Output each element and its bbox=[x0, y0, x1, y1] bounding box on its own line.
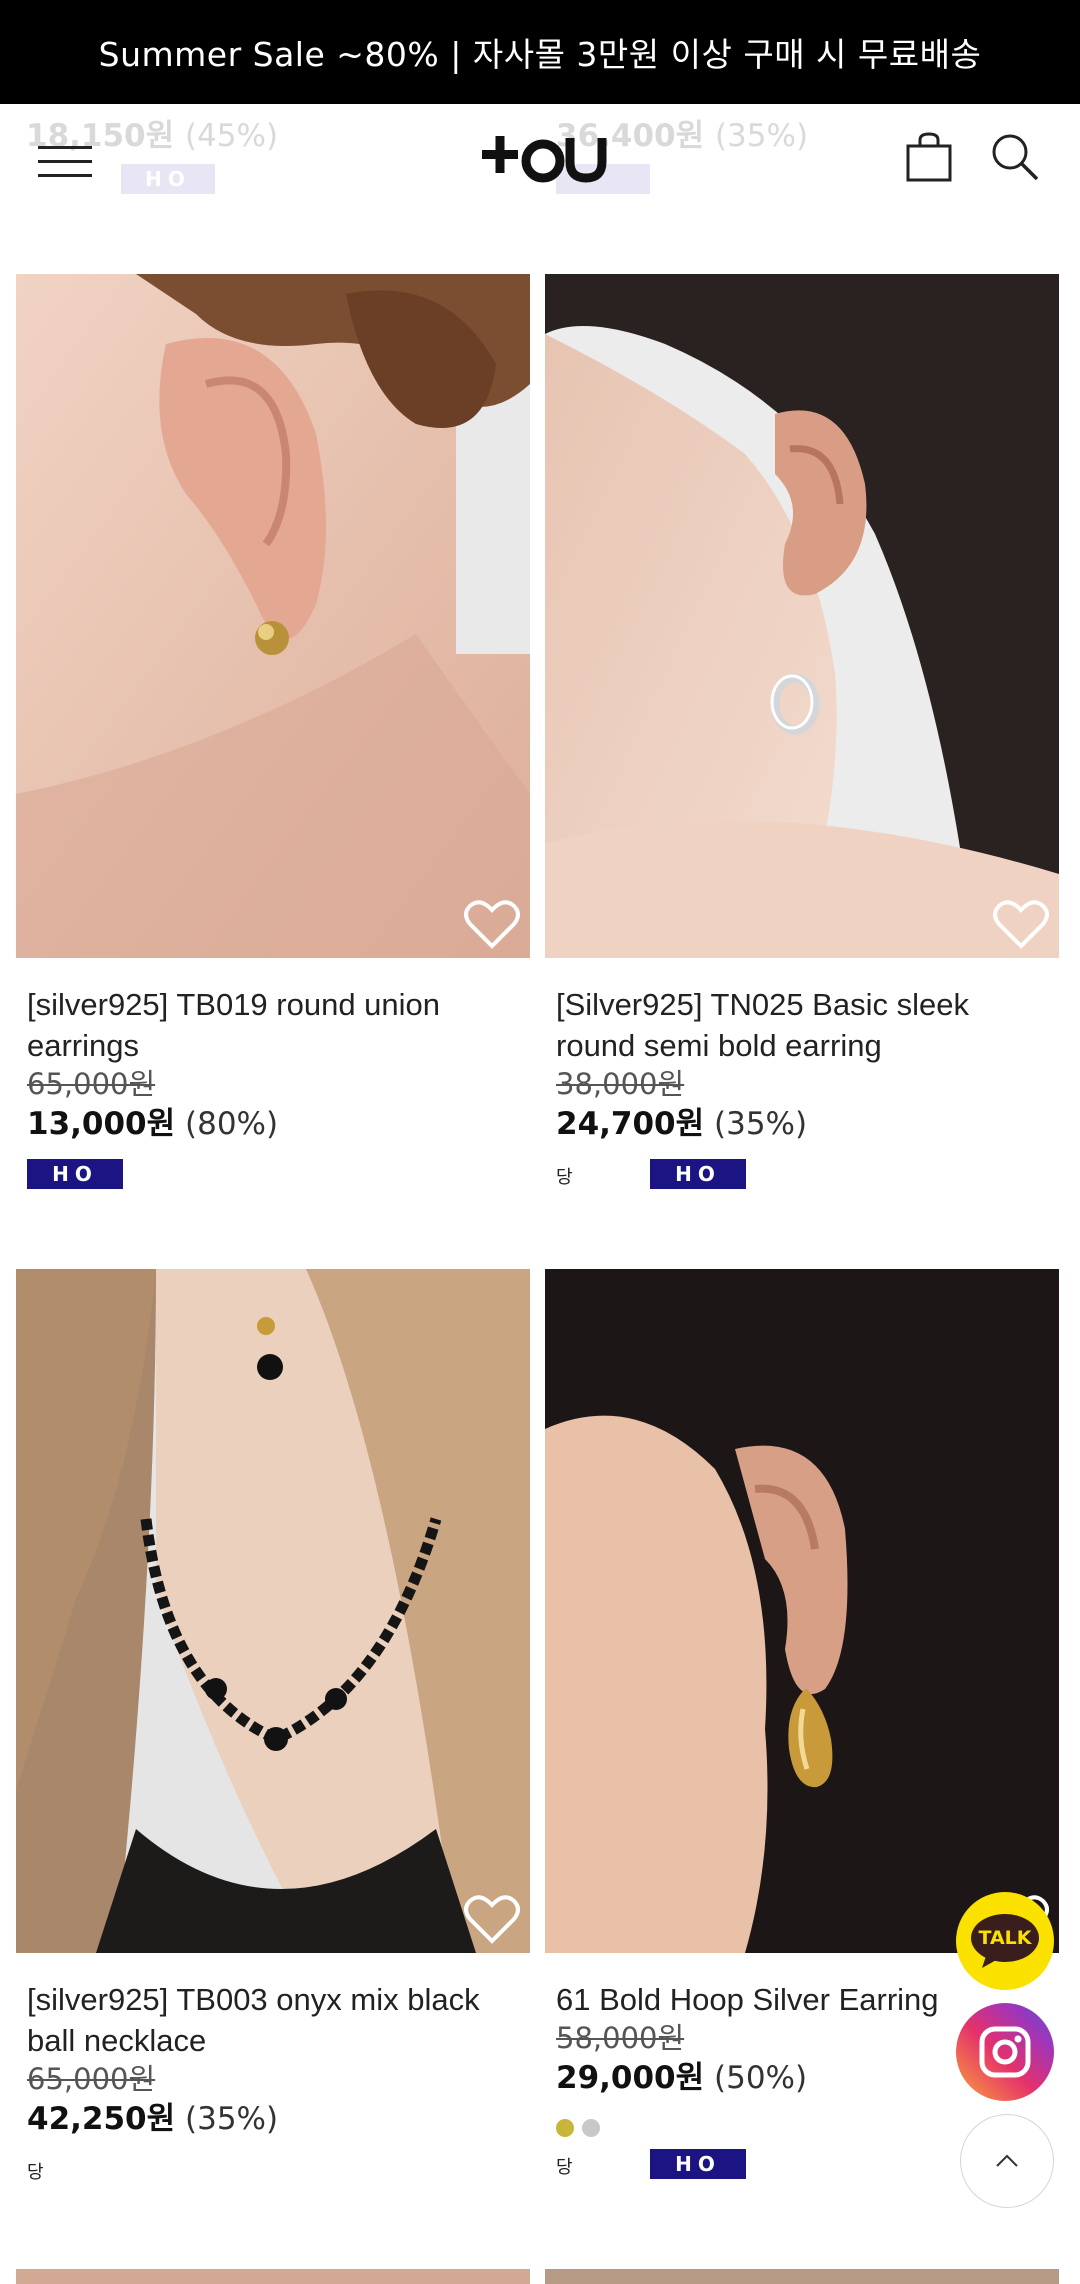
product-photo-ear-silver-hoop bbox=[545, 274, 1059, 958]
product-name[interactable]: [silver925] TB019 round union earrings bbox=[27, 984, 519, 1066]
badge-ho: HO bbox=[650, 1159, 746, 1189]
product-image[interactable] bbox=[16, 274, 530, 958]
original-price: 38,000원 bbox=[556, 1067, 685, 1101]
chevron-up-icon bbox=[996, 2154, 1018, 2167]
color-swatch-gold[interactable] bbox=[556, 2119, 574, 2137]
product-badges: 당 bbox=[27, 2154, 519, 2188]
next-product-image-peek bbox=[16, 2269, 530, 2284]
search-icon[interactable] bbox=[990, 132, 1040, 182]
wishlist-heart-icon[interactable] bbox=[464, 1893, 520, 1945]
page: Summer Sale ~80% | 자사몰 3만원 이상 구매 시 무료배송 … bbox=[0, 0, 1080, 2284]
product-image[interactable] bbox=[16, 1269, 530, 1953]
wishlist-heart-icon[interactable] bbox=[993, 898, 1049, 950]
product-card[interactable]: [silver925] TB003 onyx mix black ball ne… bbox=[16, 1269, 530, 2188]
product-badges: 당 HO bbox=[556, 1159, 1048, 1193]
badge-ho: HO bbox=[650, 2149, 746, 2179]
badge-dang: 당 bbox=[556, 1167, 573, 1188]
color-swatch-silver[interactable] bbox=[582, 2119, 600, 2137]
product-badges: HO bbox=[27, 1159, 519, 1193]
original-price: 65,000원 bbox=[27, 1067, 156, 1101]
product-name[interactable]: [Silver925] TN025 Basic sleek round semi… bbox=[556, 984, 1048, 1066]
promo-banner[interactable]: Summer Sale ~80% | 자사몰 3만원 이상 구매 시 무료배송 bbox=[0, 0, 1080, 104]
talk-label: TALK bbox=[978, 1927, 1032, 1949]
wishlist-heart-icon[interactable] bbox=[464, 898, 520, 950]
logo-mark bbox=[482, 136, 607, 183]
badge-dang: 당 bbox=[556, 2157, 573, 2178]
sale-price: 42,250원 (35%) bbox=[27, 2101, 279, 2137]
sale-price: 24,700원 (35%) bbox=[556, 1106, 808, 1142]
product-card[interactable]: [silver925] TB019 round union earrings 6… bbox=[16, 274, 530, 1193]
site-logo[interactable] bbox=[480, 126, 610, 190]
promo-text: Summer Sale ~80% | 자사몰 3만원 이상 구매 시 무료배송 bbox=[98, 35, 982, 74]
product-photo-gold-bold-hoop bbox=[545, 1269, 1059, 1953]
product-photo-ear-gold-stud bbox=[16, 274, 530, 958]
instagram-icon[interactable] bbox=[956, 2003, 1054, 2101]
kakaotalk-chat-button[interactable]: TALK bbox=[956, 1892, 1054, 1990]
scroll-top-button[interactable] bbox=[960, 2114, 1054, 2208]
site-header bbox=[0, 104, 1080, 212]
hamburger-menu-icon[interactable] bbox=[38, 140, 94, 180]
product-photo-onyx-necklace bbox=[16, 1269, 530, 1953]
shopping-bag-icon[interactable] bbox=[906, 132, 952, 182]
badge-ho: HO bbox=[27, 1159, 123, 1189]
badge-dang: 당 bbox=[27, 2162, 44, 2183]
next-product-image-peek bbox=[545, 2269, 1059, 2284]
product-image[interactable] bbox=[545, 1269, 1059, 1953]
product-image[interactable] bbox=[545, 274, 1059, 958]
product-card[interactable]: [Silver925] TN025 Basic sleek round semi… bbox=[545, 274, 1059, 1193]
original-price: 65,000원 bbox=[27, 2062, 156, 2096]
product-name[interactable]: [silver925] TB003 onyx mix black ball ne… bbox=[27, 1979, 519, 2061]
sale-price: 13,000원 (80%) bbox=[27, 1106, 279, 1142]
